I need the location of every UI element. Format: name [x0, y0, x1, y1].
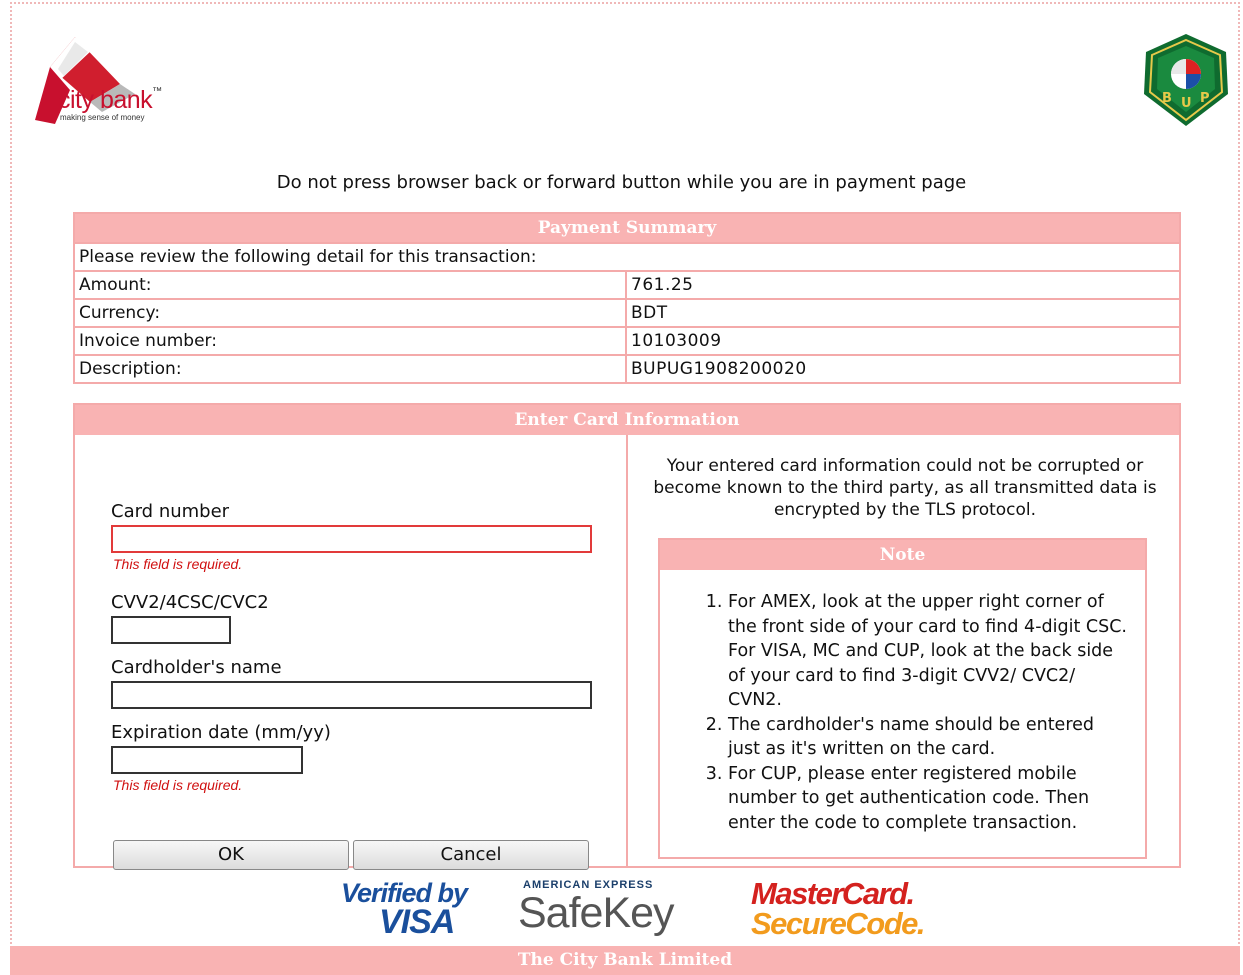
- note-item: For CUP, please enter registered mobile …: [728, 762, 1131, 836]
- cardholder-name-label: Cardholder's name: [111, 657, 282, 678]
- amex-safekey-line2: SafeKey: [518, 889, 675, 937]
- cardholder-name-input[interactable]: [111, 681, 592, 709]
- summary-value: BUPUG1908200020: [631, 359, 807, 379]
- expiration-date-label: Expiration date (mm/yy): [111, 722, 331, 743]
- amex-safekey-logo: AMERICAN EXPRESS SafeKey: [518, 879, 723, 941]
- card-number-label: Card number: [111, 501, 230, 522]
- summary-row-description: Description: BUPUG1908200020: [75, 354, 1179, 382]
- bank-tagline: making sense of money: [60, 113, 145, 122]
- bank-name: city bank™: [58, 86, 162, 114]
- card-number-input[interactable]: [111, 525, 592, 553]
- expiration-date-input[interactable]: [111, 746, 303, 774]
- note-box: Note For AMEX, look at the upper right c…: [658, 538, 1147, 859]
- payment-summary-title: Payment Summary: [75, 214, 1179, 242]
- cvv-label: CVV2/4CSC/CVC2: [111, 592, 269, 613]
- browser-warning: Do not press browser back or forward but…: [276, 172, 967, 193]
- payment-summary-intro: Please review the following detail for t…: [75, 242, 1179, 270]
- note-item: The cardholder's name should be entered …: [728, 713, 1131, 762]
- summary-value: 761.25: [631, 275, 694, 295]
- summary-label: Description:: [75, 356, 627, 382]
- card-information-title: Enter Card Information: [75, 405, 1179, 435]
- expiration-date-error: This field is required.: [113, 777, 243, 793]
- card-information-panel: Enter Card Information Card number This …: [73, 403, 1181, 870]
- footer: The City Bank Limited: [10, 946, 1240, 975]
- summary-value: 10103009: [631, 331, 722, 351]
- svg-text:P: P: [1200, 91, 1210, 106]
- summary-label: Invoice number:: [75, 328, 627, 354]
- verified-by-visa-line2: VISA: [379, 903, 455, 941]
- verified-by-visa-logo: Verified by VISA: [341, 878, 491, 941]
- summary-row-amount: Amount: 761.25: [75, 270, 1179, 298]
- note-item: For AMEX, look at the upper right corner…: [728, 590, 1131, 713]
- cancel-button[interactable]: Cancel: [353, 840, 589, 870]
- security-text: Your entered card information could not …: [653, 456, 1157, 520]
- summary-label: Amount:: [75, 272, 627, 298]
- summary-label: Currency:: [75, 300, 627, 326]
- cvv-input[interactable]: [111, 616, 231, 644]
- security-info: Your entered card information could not …: [628, 435, 1179, 866]
- summary-row-invoice: Invoice number: 10103009: [75, 326, 1179, 354]
- summary-value: BDT: [631, 303, 668, 323]
- summary-row-currency: Currency: BDT: [75, 298, 1179, 326]
- mastercard-securecode-line2: SecureCode.: [751, 906, 926, 941]
- card-number-error: This field is required.: [113, 556, 243, 572]
- note-title: Note: [660, 540, 1145, 570]
- payment-summary: Payment Summary Please review the follow…: [73, 212, 1181, 384]
- svg-text:B: B: [1162, 91, 1172, 106]
- bup-logo: B U P: [1144, 34, 1228, 126]
- card-form: Card number This field is required. CVV2…: [75, 435, 628, 870]
- svg-text:U: U: [1181, 96, 1192, 111]
- note-list: For AMEX, look at the upper right corner…: [660, 590, 1145, 835]
- ok-button[interactable]: OK: [113, 840, 349, 870]
- mastercard-securecode-logo: MasterCard. SecureCode.: [748, 876, 926, 942]
